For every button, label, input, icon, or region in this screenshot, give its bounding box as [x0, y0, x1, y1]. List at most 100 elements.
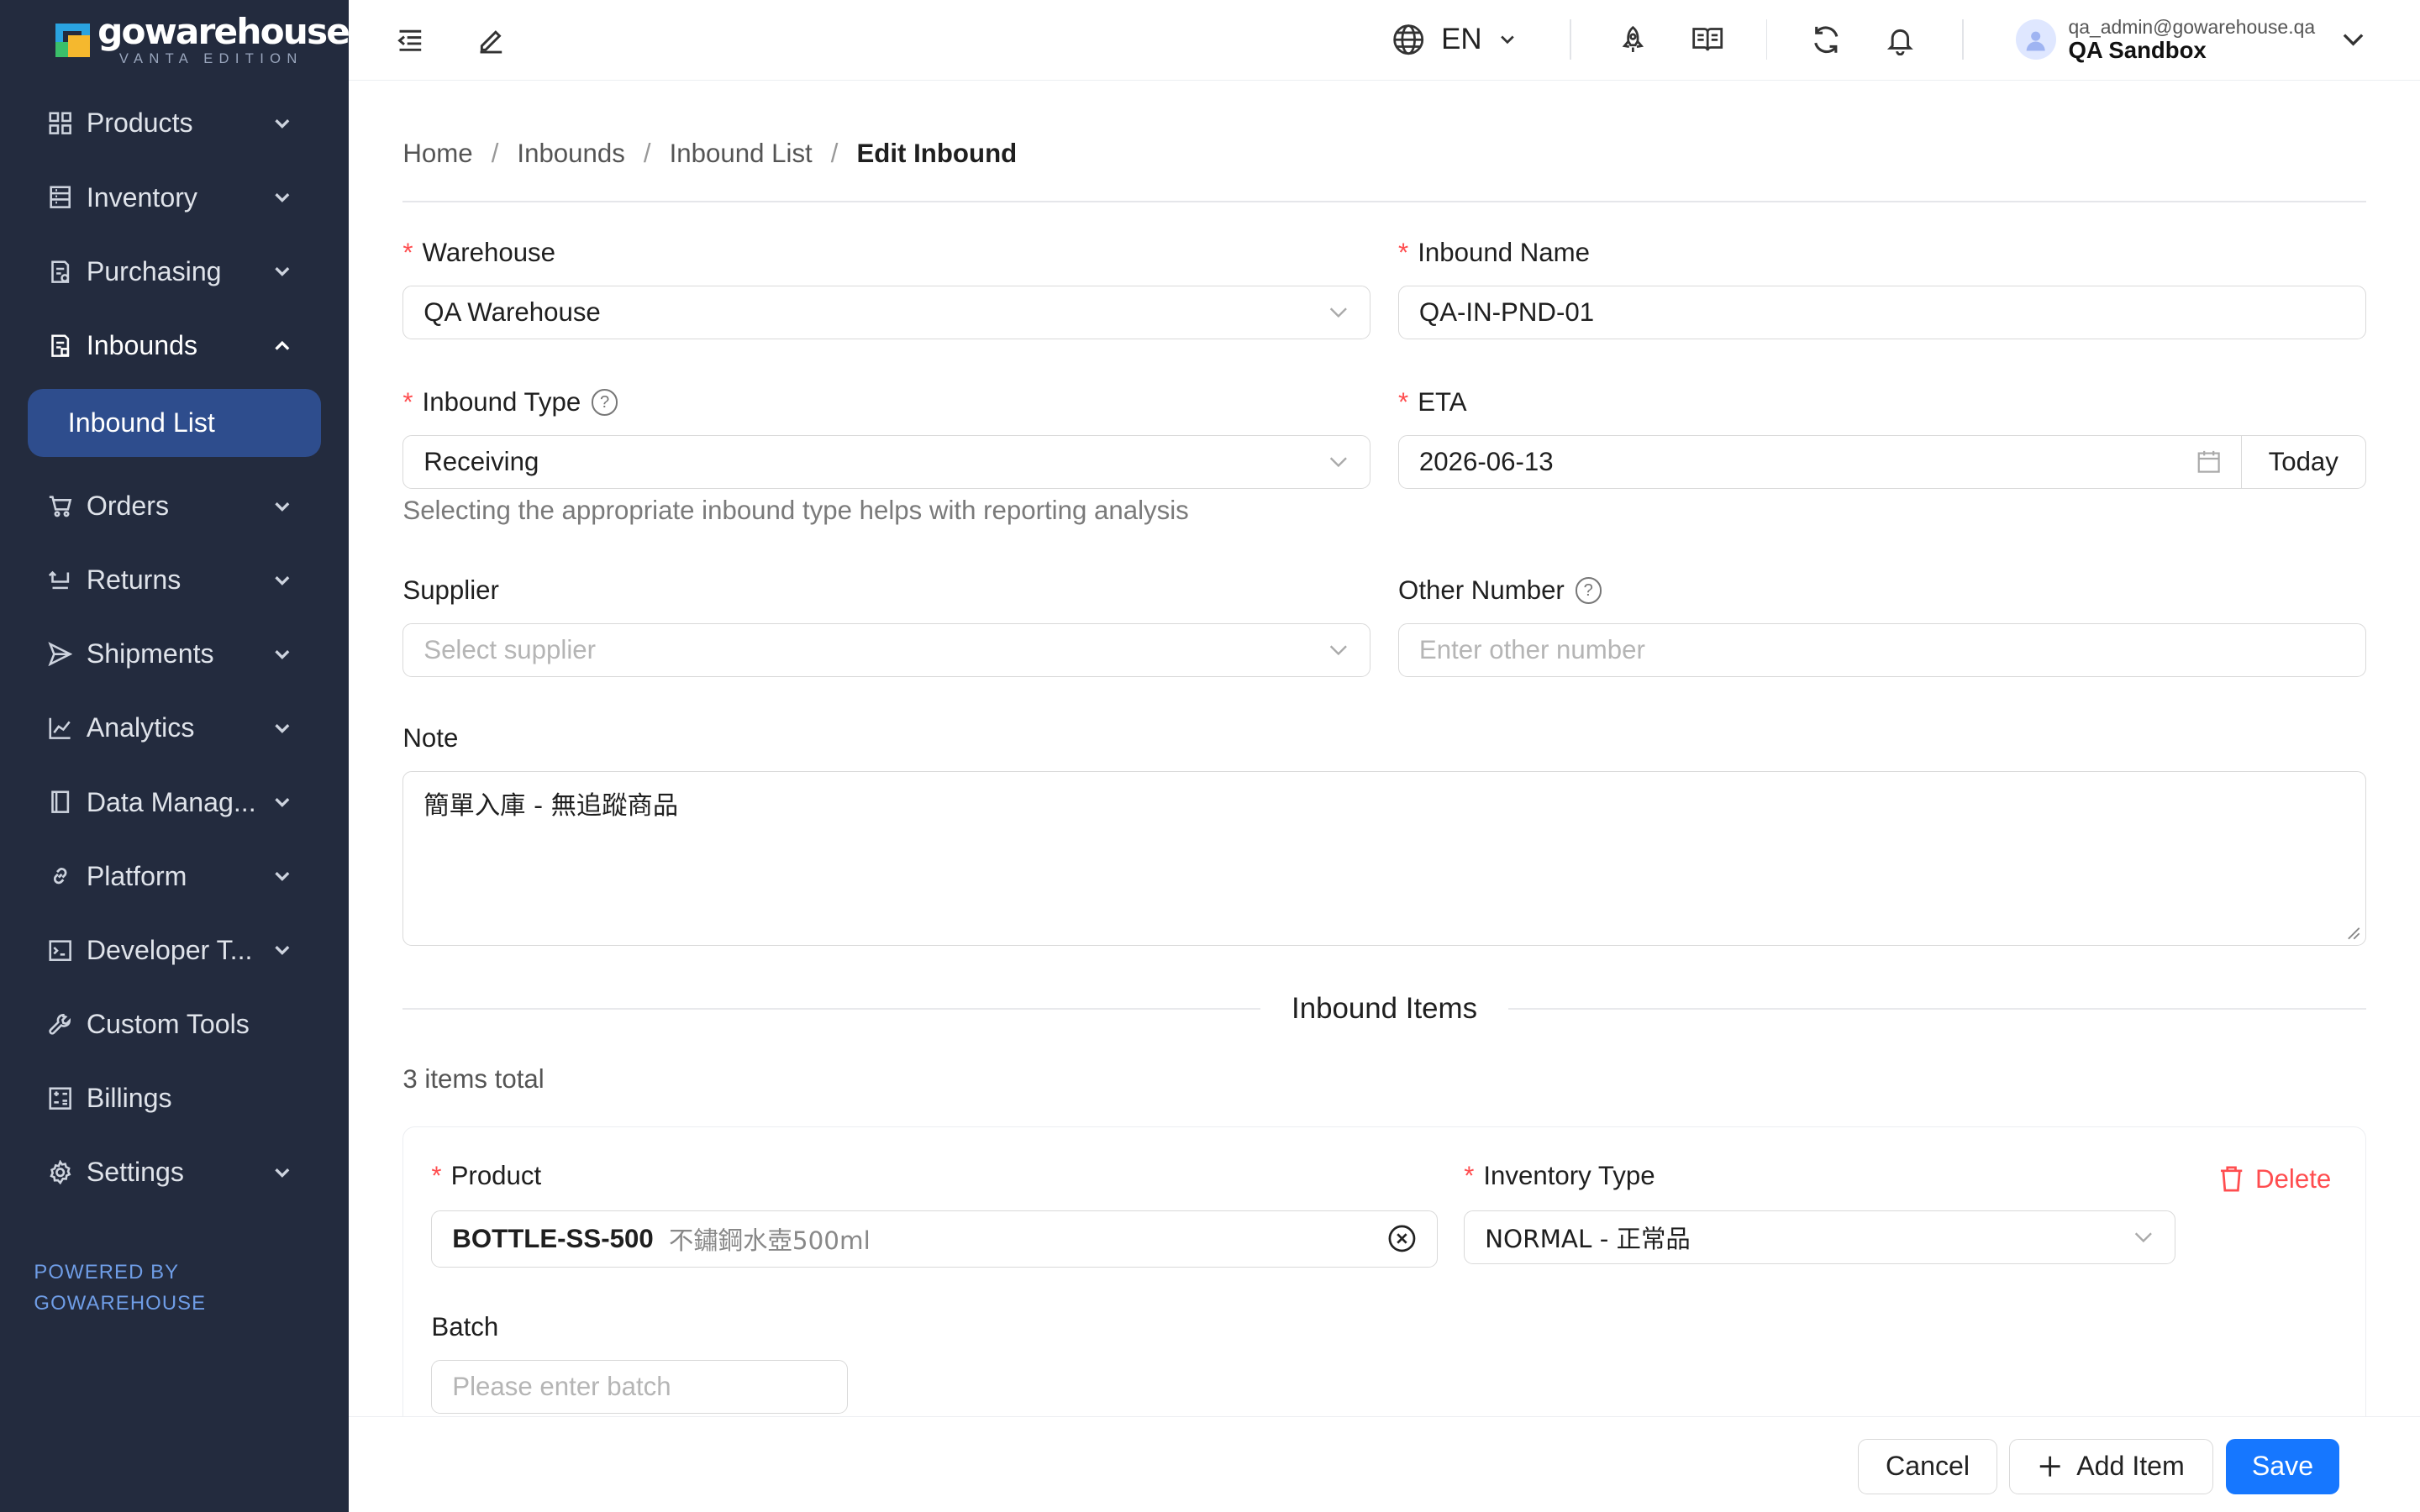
sidebar-item-developer-tools[interactable]: Developer T...	[0, 913, 349, 987]
sidebar-item-inbounds[interactable]: Inbounds	[0, 308, 349, 382]
sidebar-item-label: Analytics	[86, 712, 195, 743]
rocket-icon[interactable]	[1615, 21, 1652, 58]
note-textarea[interactable]: 簡單入庫 - 無追蹤商品	[402, 771, 2366, 946]
calendar-icon	[2198, 451, 2221, 474]
clear-circle-icon[interactable]	[1387, 1224, 1417, 1253]
breadcrumb-inbound-list[interactable]: Inbound List	[670, 139, 813, 169]
breadcrumb-current: Edit Inbound	[856, 139, 1018, 169]
language-selector[interactable]: EN	[1392, 23, 1517, 56]
inbound-type-select[interactable]: Receiving	[402, 434, 1370, 490]
sidebar-item-analytics[interactable]: Analytics	[0, 691, 349, 765]
inbound-name-label: * Inbound Name	[1398, 237, 1591, 267]
chevron-down-icon	[275, 872, 290, 882]
sidebar-subitem-inbound-list[interactable]: Inbound List	[28, 388, 322, 457]
brand-name: gowarehouse	[97, 10, 350, 52]
warehouse-select[interactable]: QA Warehouse	[402, 285, 1370, 340]
sidebar-item-shipments[interactable]: Shipments	[0, 617, 349, 691]
divider	[402, 200, 2366, 202]
cancel-button[interactable]: Cancel	[1858, 1438, 1997, 1494]
product-code: BOTTLE-SS-500	[452, 1223, 654, 1253]
cart-icon	[46, 492, 74, 520]
menu-collapse-icon[interactable]	[392, 21, 429, 58]
powered-by: POWERED BY GOWAREHOUSE	[34, 1257, 206, 1319]
breadcrumb-home[interactable]: Home	[402, 139, 472, 169]
sidebar-item-label: Inbounds	[86, 329, 198, 360]
chevron-down-icon	[1330, 457, 1348, 468]
delete-item-button[interactable]: Delete	[2218, 1164, 2331, 1194]
breadcrumb-inbounds[interactable]: Inbounds	[517, 139, 624, 169]
user-name: QA Sandbox	[2068, 36, 2207, 63]
eta-date-input[interactable]: 2026-06-13	[1398, 434, 2243, 490]
language-code: EN	[1441, 23, 1482, 56]
sidebar-item-platform[interactable]: Platform	[0, 839, 349, 913]
inbound-type-help: Selecting the appropriate inbound type h…	[402, 495, 1189, 525]
product-description: 不鏽鋼水壺500ml	[669, 1226, 871, 1255]
sidebar-item-products[interactable]: Products	[0, 87, 349, 160]
terminal-icon	[46, 937, 74, 964]
save-button[interactable]: Save	[2225, 1438, 2340, 1494]
sidebar-item-data-management[interactable]: Data Manag...	[0, 765, 349, 839]
note-label: Note	[402, 723, 459, 753]
chevron-down-icon	[275, 798, 290, 808]
today-button-label: Today	[2268, 447, 2338, 477]
sidebar-item-label: Orders	[86, 490, 170, 521]
sidebar-item-purchasing[interactable]: Purchasing	[0, 234, 349, 308]
avatar	[2016, 19, 2056, 60]
book-icon	[46, 788, 74, 816]
inbound-items-divider: Inbound Items	[402, 990, 2366, 1027]
wrench-icon	[46, 1011, 74, 1038]
delete-label: Delete	[2255, 1163, 2332, 1194]
user-menu[interactable]: qa_admin@gowarehouse.qa QA Sandbox	[2016, 16, 2368, 63]
sidebar-item-label: Settings	[86, 1157, 184, 1188]
chevron-down-icon	[2344, 34, 2364, 46]
add-item-button[interactable]: Add Item	[2009, 1438, 2213, 1494]
supplier-select[interactable]: Select supplier	[402, 623, 1370, 678]
add-item-button-label: Add Item	[2076, 1451, 2185, 1482]
sidebar-item-settings[interactable]: Settings	[0, 1136, 349, 1210]
breadcrumb-separator: /	[491, 139, 499, 169]
bell-icon[interactable]	[1881, 21, 1918, 58]
warehouse-label: * Warehouse	[402, 237, 556, 267]
question-icon[interactable]: ?	[592, 389, 618, 416]
purchasing-icon	[46, 258, 74, 286]
refresh-icon[interactable]	[1807, 21, 1844, 58]
sidebar-item-inventory[interactable]: Inventory	[0, 160, 349, 234]
sidebar-item-orders[interactable]: Orders	[0, 469, 349, 543]
powered-by-line1: POWERED BY	[34, 1260, 180, 1284]
chevron-down-icon	[1501, 35, 1514, 45]
sidebar-item-label: Billings	[86, 1083, 172, 1114]
divider	[1570, 19, 1572, 60]
chevron-down-icon	[275, 649, 290, 659]
book-open-icon[interactable]	[1689, 21, 1726, 58]
eta-label: * ETA	[1398, 387, 1467, 417]
sidebar-item-custom-tools[interactable]: Custom Tools	[0, 987, 349, 1061]
user-email: qa_admin@gowarehouse.qa	[2068, 16, 2316, 39]
product-select[interactable]: BOTTLE-SS-500 不鏽鋼水壺500ml	[431, 1210, 1438, 1268]
sidebar-item-label: Shipments	[86, 638, 214, 669]
form-footer: Cancel Add Item Save	[349, 1416, 2420, 1512]
inventory-icon	[46, 184, 74, 212]
today-button[interactable]: Today	[2240, 434, 2366, 490]
chevron-down-icon	[275, 575, 290, 585]
sidebar-item-billings[interactable]: Billings	[0, 1062, 349, 1136]
edit-icon[interactable]	[472, 21, 509, 58]
sidebar-nav: Products Inventory Purchasing Inbounds I…	[0, 87, 349, 1210]
inbound-name-value: QA-IN-PND-01	[1418, 297, 1595, 327]
sidebar-item-label: Products	[86, 108, 193, 139]
brand-logo[interactable]: gowarehouse VANTA EDITION	[0, 0, 350, 81]
sidebar-item-returns[interactable]: Returns	[0, 543, 349, 617]
breadcrumb-separator: /	[643, 139, 651, 169]
chart-icon	[46, 714, 74, 742]
question-icon[interactable]: ?	[1575, 577, 1602, 604]
inbound-type-label: * Inbound Type ?	[402, 387, 618, 417]
breadcrumb: Home / Inbounds / Inbound List / Edit In…	[402, 139, 1017, 169]
divider	[1765, 19, 1768, 60]
calculator-icon	[46, 1084, 74, 1112]
other-number-input[interactable]: Enter other number	[1398, 623, 2366, 678]
batch-input[interactable]: Please enter batch	[431, 1360, 849, 1415]
trash-icon	[2220, 1166, 2243, 1192]
inbound-name-input[interactable]: QA-IN-PND-01	[1398, 285, 2366, 340]
inventory-type-select[interactable]: NORMAL - 正常品	[1464, 1210, 2175, 1265]
resize-handle-icon[interactable]	[2347, 927, 2361, 941]
sidebar-item-label: Developer T...	[86, 934, 253, 965]
